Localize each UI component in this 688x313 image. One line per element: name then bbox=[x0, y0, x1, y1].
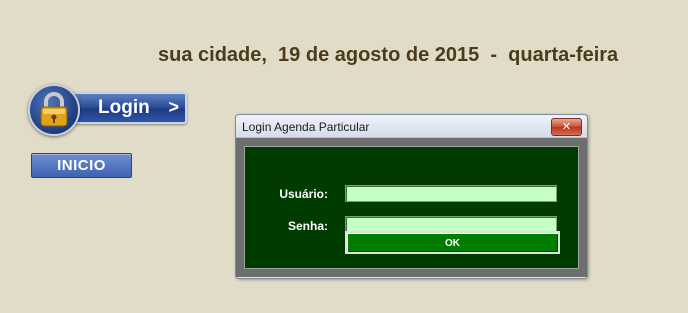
user-label: Usuário: bbox=[279, 187, 328, 201]
close-icon: ✕ bbox=[561, 120, 572, 133]
login-dialog: Login Agenda Particular ✕ Usuário: Senha… bbox=[235, 114, 588, 279]
login-button[interactable]: Login > bbox=[28, 84, 187, 136]
dialog-title: Login Agenda Particular bbox=[242, 120, 370, 134]
password-label: Senha: bbox=[287, 219, 328, 233]
user-label-wrap: Usuário: bbox=[245, 187, 328, 203]
close-button[interactable]: ✕ bbox=[551, 118, 582, 136]
chevron-right-icon: > bbox=[168, 97, 179, 117]
user-input[interactable] bbox=[345, 185, 557, 202]
padlock-icon[interactable] bbox=[28, 84, 80, 136]
login-bar[interactable]: Login > bbox=[68, 92, 187, 124]
date-header: sua cidade, 19 de agosto de 2015 - quart… bbox=[158, 44, 619, 66]
ok-button[interactable]: OK bbox=[345, 231, 560, 254]
login-form-panel: Usuário: Senha: OK bbox=[244, 146, 579, 269]
password-label-wrap: Senha: bbox=[245, 219, 328, 235]
dialog-titlebar[interactable]: Login Agenda Particular ✕ bbox=[236, 115, 587, 138]
inicio-button[interactable]: INICIO bbox=[31, 153, 132, 178]
dialog-client-frame: Usuário: Senha: OK bbox=[236, 138, 587, 277]
login-label: Login bbox=[98, 97, 150, 118]
